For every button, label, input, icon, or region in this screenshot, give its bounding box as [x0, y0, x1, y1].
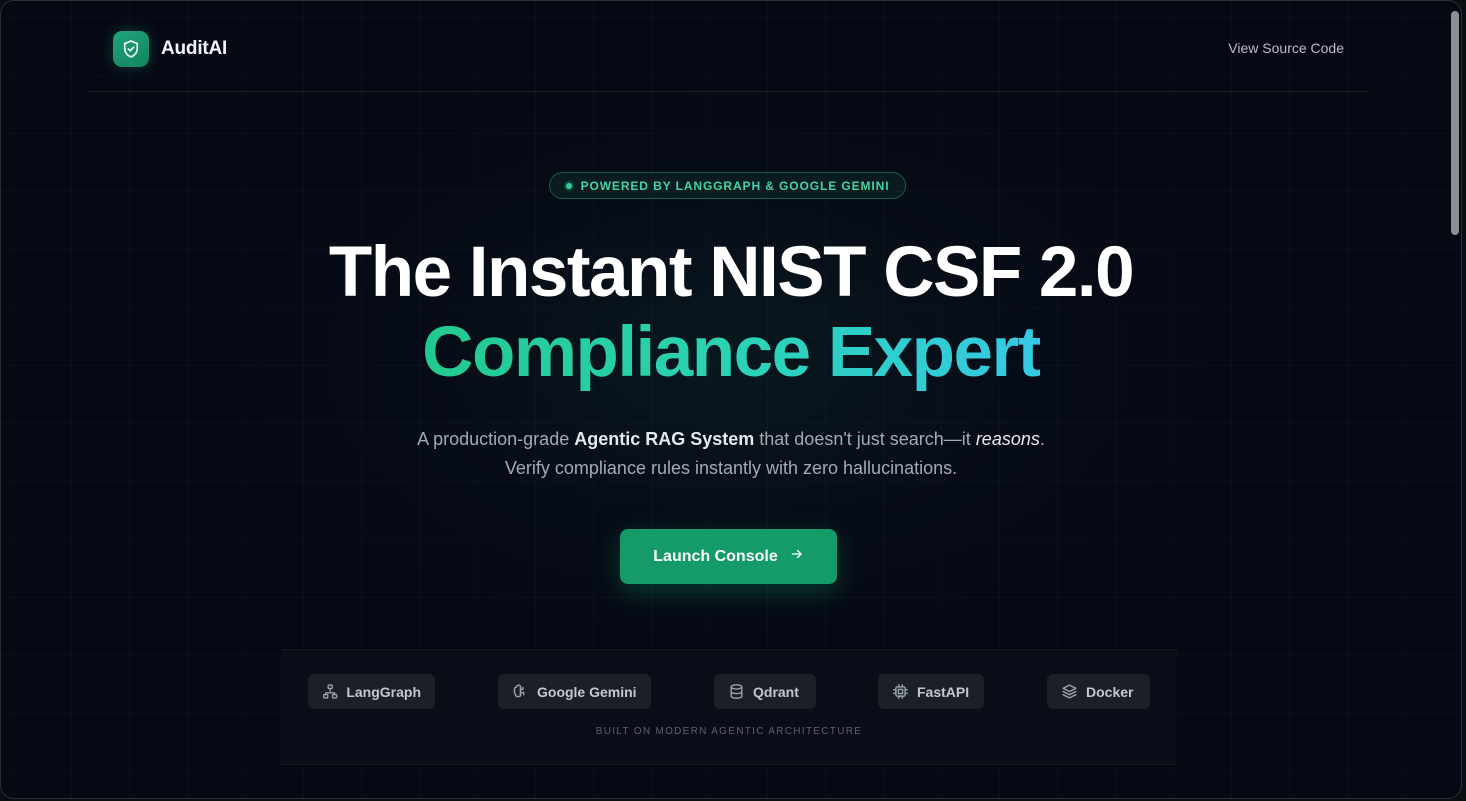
tech-chip-label: Qdrant — [753, 683, 799, 700]
layers-icon — [1062, 684, 1077, 699]
tech-chip-docker: Docker — [1047, 674, 1150, 709]
view-source-link[interactable]: View Source Code — [1228, 40, 1344, 56]
tech-stack-caption: BUILT ON MODERN AGENTIC ARCHITECTURE — [595, 726, 863, 737]
powered-by-badge: POWERED BY LANGGRAPH & GOOGLE GEMINI — [549, 172, 906, 199]
vertical-scrollbar[interactable] — [1451, 11, 1459, 235]
hero-title-line2: Compliance Expert — [1, 313, 1461, 393]
hero-subtitle: A production-grade Agentic RAG System th… — [1, 425, 1461, 483]
subtitle-text-3: . — [1039, 429, 1045, 449]
cpu-icon — [893, 684, 908, 699]
tech-chip-label: FastAPI — [917, 683, 970, 700]
hero-title-line1: The Instant NIST CSF 2.0 — [328, 233, 1135, 312]
tech-chip-langgraph: LangGraph — [308, 674, 435, 709]
network-icon — [323, 684, 338, 699]
subtitle-text-1: A production-grade — [417, 429, 575, 449]
brand-name: AuditAI — [161, 38, 228, 59]
subtitle-italic: reasons — [975, 429, 1040, 449]
tech-chip-fastapi: FastAPI — [878, 674, 984, 709]
shield-icon — [113, 31, 149, 67]
subtitle-text-2: that doesn't just search—it — [754, 429, 976, 449]
tech-chip-label: Google Gemini — [537, 683, 637, 700]
hero-title-gradient: Compliance Expert — [422, 313, 1041, 392]
tech-stack-strip: LangGraph Google Gemini Qdrant FastAPI D… — [281, 649, 1177, 765]
browser-window: AuditAI View Source Code POWERED BY LANG… — [0, 0, 1462, 799]
brand-logo[interactable]: AuditAI — [113, 31, 227, 67]
top-nav: AuditAI View Source Code — [89, 1, 1369, 92]
launch-console-label: Launch Console — [653, 547, 778, 565]
database-icon — [730, 684, 743, 699]
subtitle-line2: Verify compliance rules instantly with z… — [504, 458, 958, 478]
tech-chip-label: Docker — [1086, 683, 1134, 700]
tech-chip-google-gemini: Google Gemini — [498, 674, 651, 709]
arrow-right-icon — [790, 547, 804, 566]
status-dot-icon — [565, 182, 572, 189]
subtitle-bold: Agentic RAG System — [574, 429, 755, 449]
brain-icon — [513, 684, 525, 698]
launch-console-button[interactable]: Launch Console — [620, 529, 837, 584]
tech-chip-label: LangGraph — [346, 683, 421, 700]
tech-chip-qdrant: Qdrant — [714, 674, 816, 709]
powered-by-text: POWERED BY LANGGRAPH & GOOGLE GEMINI — [580, 178, 890, 193]
